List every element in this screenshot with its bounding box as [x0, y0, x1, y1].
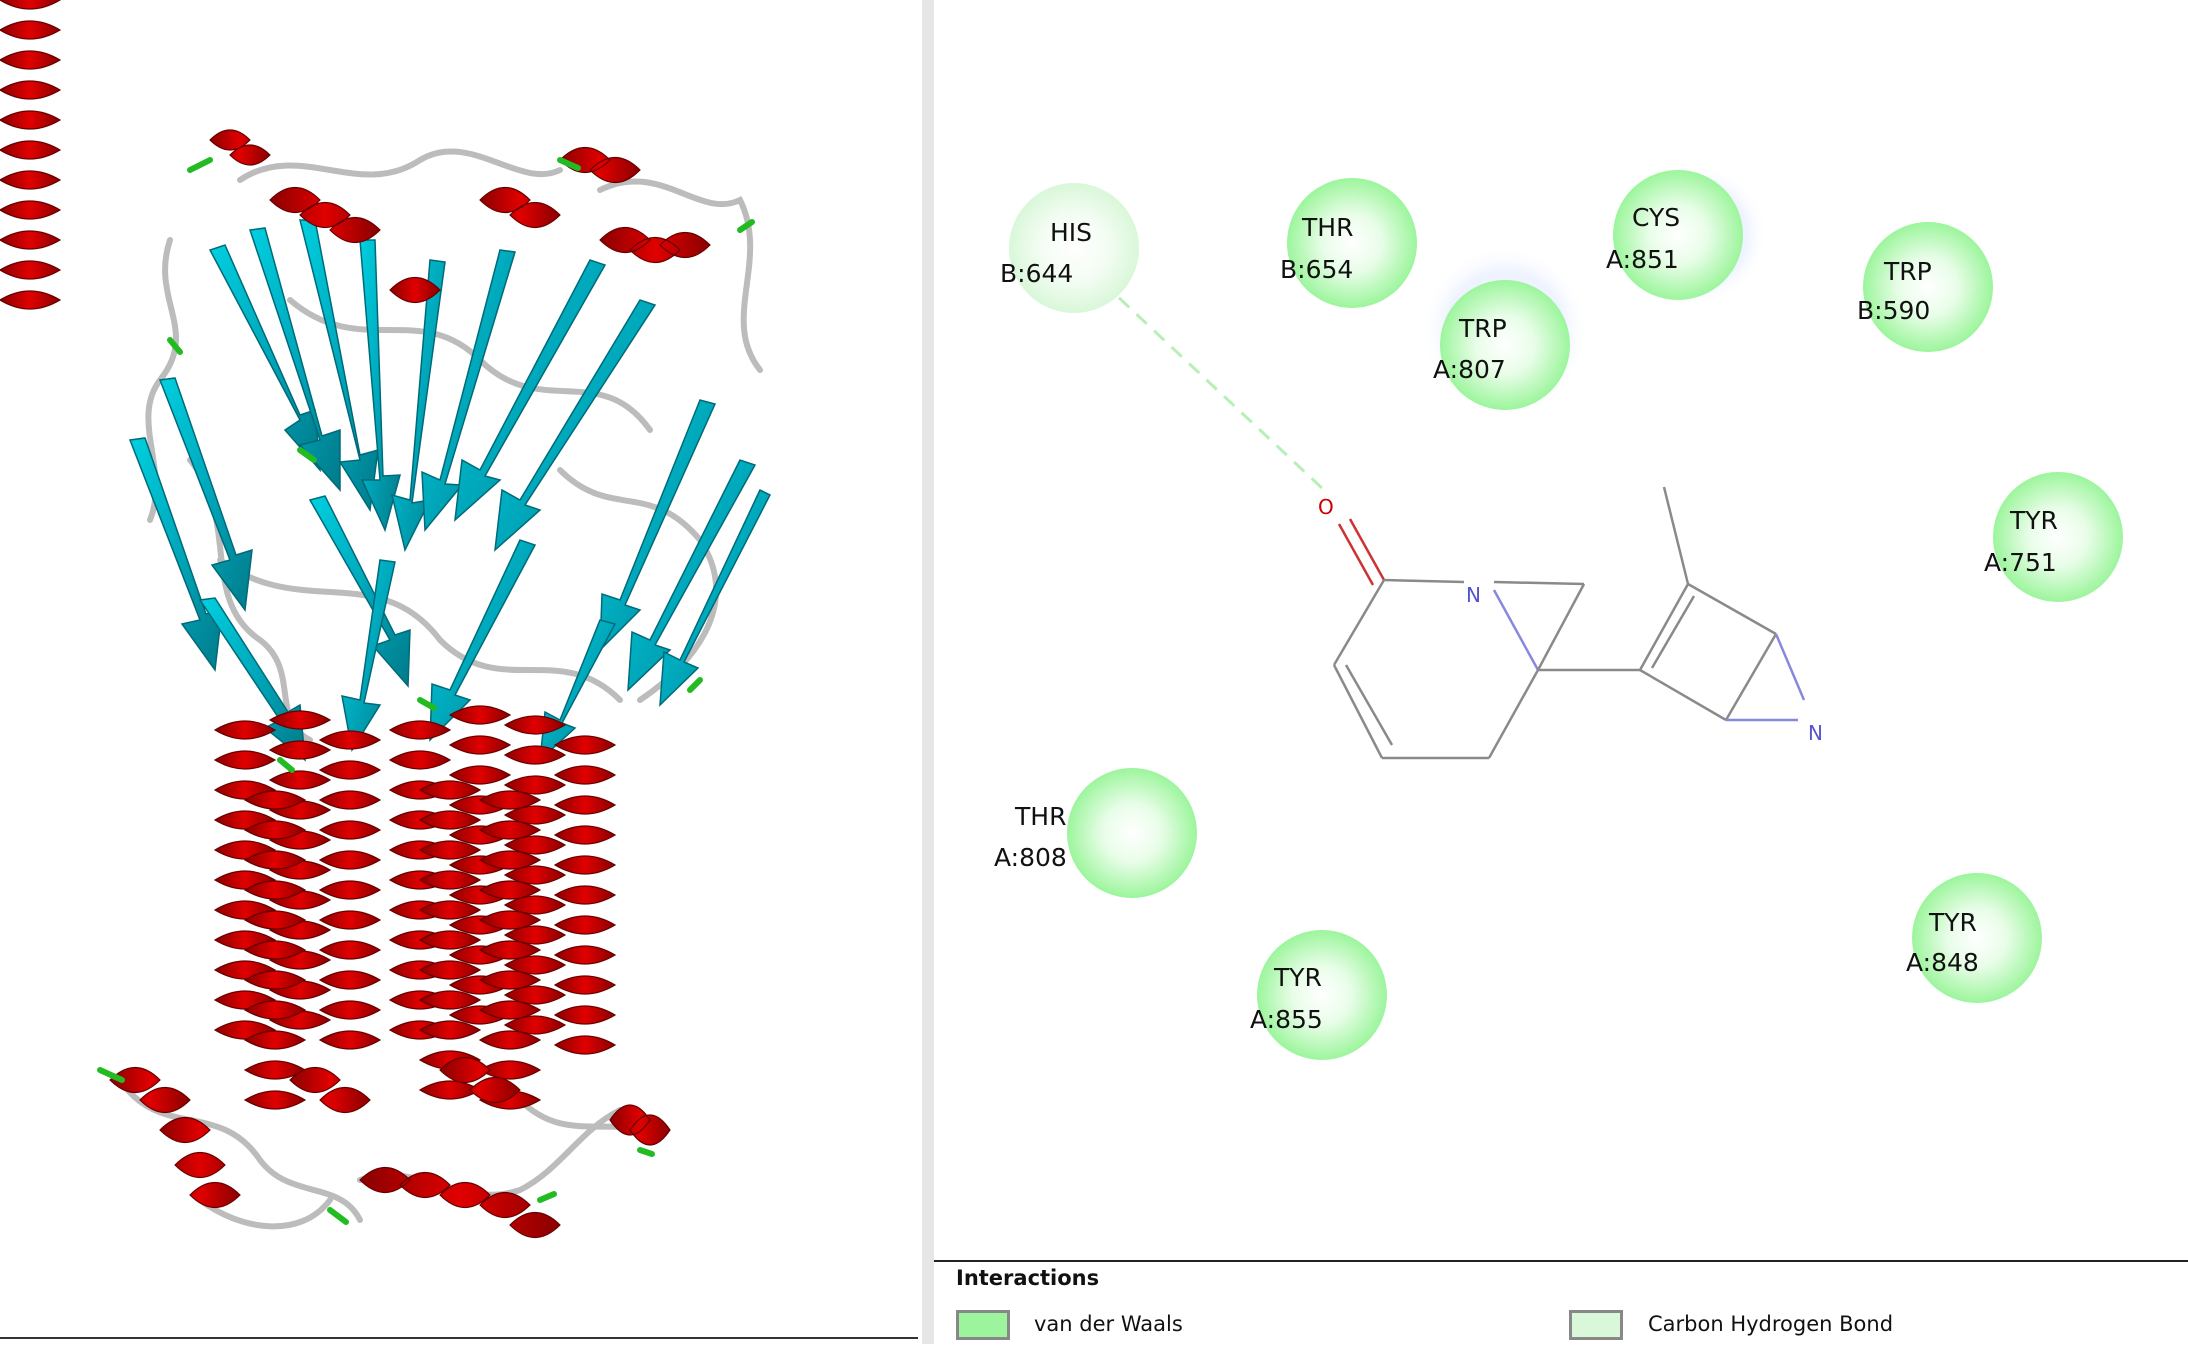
svg-text:TYR: TYR	[1928, 908, 1977, 937]
residue-cys-a851[interactable]: CYS A:851	[1606, 170, 1743, 300]
residue-thr-b654[interactable]: THR B:654	[1280, 178, 1417, 308]
residue-thr-a808[interactable]: THR A:808	[994, 768, 1197, 898]
svg-text:THR: THR	[1301, 213, 1353, 242]
svg-text:A:851: A:851	[1606, 245, 1679, 274]
svg-text:A:751: A:751	[1984, 548, 2057, 577]
svg-text:TRP: TRP	[1883, 257, 1932, 286]
protein-3d-view[interactable]	[0, 0, 920, 1344]
svg-text:A:855: A:855	[1250, 1005, 1323, 1034]
chb-swatch	[1569, 1310, 1623, 1340]
svg-text:A:808: A:808	[994, 843, 1067, 872]
svg-text:TYR: TYR	[2009, 506, 2058, 535]
svg-text:B:590: B:590	[1857, 296, 1930, 325]
ligand-structure	[1332, 486, 1806, 760]
interaction-2d-diagram[interactable]: HIS B:644 THR B:654 CYS A:851 TRP B:590 …	[934, 0, 2188, 1344]
legend-label-vdw: van der Waals	[1034, 1312, 1183, 1336]
cytoplasmic-helices	[109, 1056, 671, 1239]
svg-text:THR: THR	[1014, 802, 1066, 831]
svg-text:A:848: A:848	[1906, 948, 1979, 977]
legend-title: Interactions	[956, 1266, 1100, 1290]
panel-splitter[interactable]	[922, 0, 934, 1344]
interactions-legend: Interactions van der Waals Carbon Hydrog…	[934, 1260, 2188, 1346]
svg-text:TRP: TRP	[1458, 314, 1507, 343]
nitrogen-atom-label: N	[1466, 583, 1481, 607]
svg-text:B:654: B:654	[1280, 255, 1353, 284]
alpha-helices	[0, 0, 711, 310]
legend-label-chb: Carbon Hydrogen Bond	[1648, 1312, 1894, 1336]
svg-text:TYR: TYR	[1273, 963, 1322, 992]
oxygen-atom-label: O	[1318, 495, 1334, 519]
diagram-canvas: HIS B:644 THR B:654 CYS A:851 TRP B:590 …	[994, 165, 2123, 1060]
residue-tyr-a848[interactable]: TYR A:848	[1906, 873, 2042, 1003]
divider	[0, 1337, 918, 1339]
svg-text:HIS: HIS	[1050, 218, 1092, 247]
protein-cartoon	[0, 0, 772, 1239]
svg-text:CYS: CYS	[1632, 203, 1680, 232]
nitrogen-atom-label: N	[1808, 721, 1823, 745]
residue-trp-b590[interactable]: TRP B:590	[1857, 222, 1993, 352]
residue-tyr-a855[interactable]: TYR A:855	[1250, 930, 1387, 1060]
svg-text:B:644: B:644	[1000, 259, 1073, 288]
carbon-hydrogen-bond-line	[1082, 263, 1326, 492]
beta-sheets	[128, 219, 772, 762]
residue-his-b644[interactable]: HIS B:644	[1000, 183, 1139, 313]
svg-text:A:807: A:807	[1433, 355, 1506, 384]
residue-tyr-a751[interactable]: TYR A:751	[1984, 472, 2123, 602]
vdw-swatch	[956, 1310, 1010, 1340]
transmembrane-helices	[214, 705, 616, 1110]
